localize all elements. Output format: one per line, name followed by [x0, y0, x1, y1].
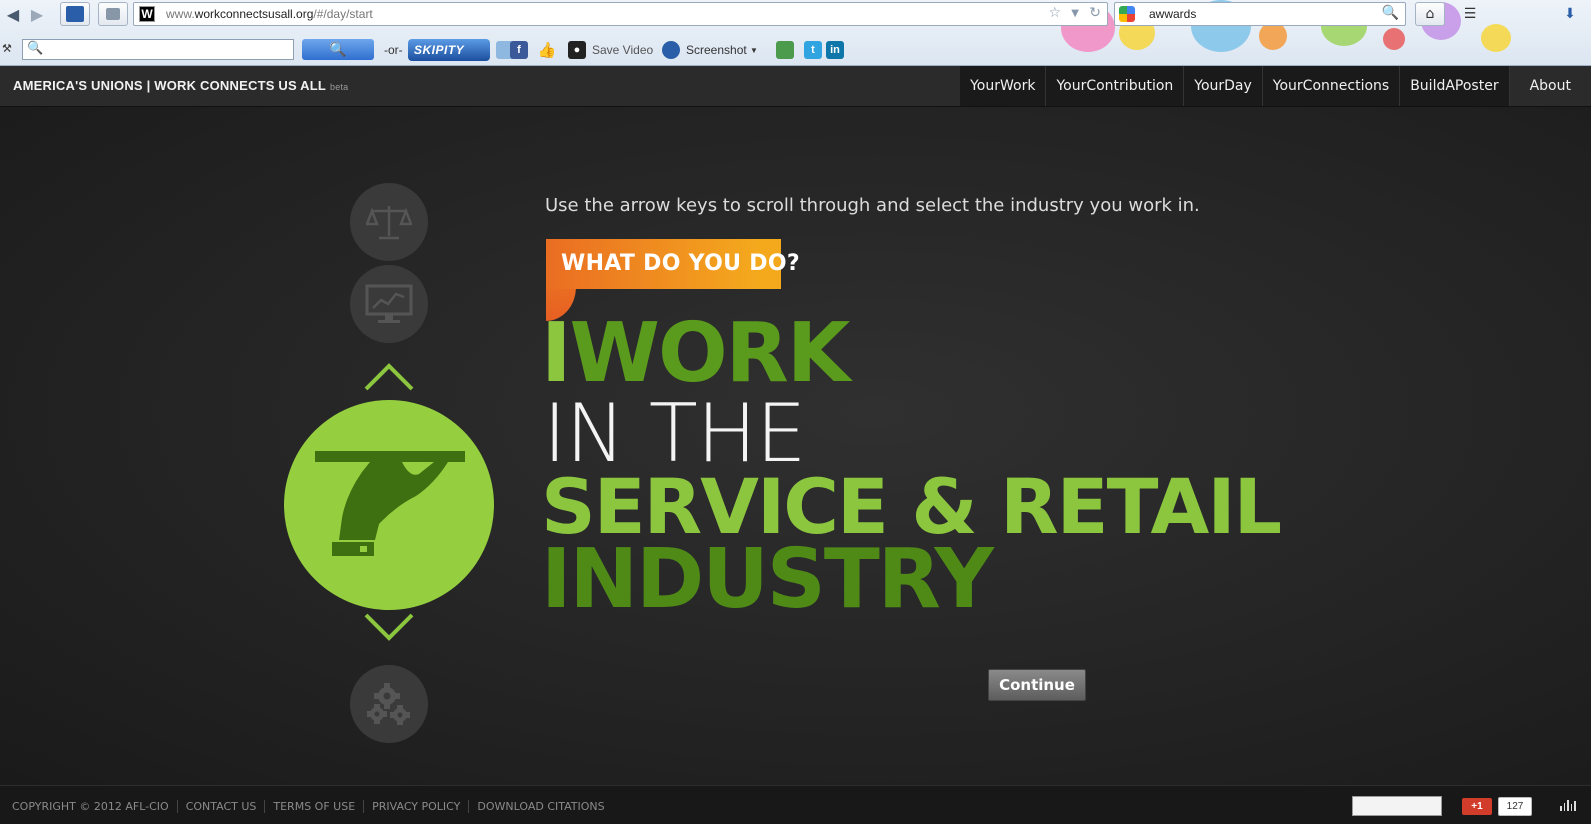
search-icon: 🔍: [27, 41, 44, 56]
footer-link-privacy[interactable]: PRIVACY POLICY: [363, 800, 468, 813]
forward-button[interactable]: ▶: [26, 3, 48, 25]
url-history-dropdown-icon[interactable]: ▼: [1071, 8, 1079, 19]
google-plus-button[interactable]: +1: [1462, 798, 1492, 815]
puzzle-icon: [106, 8, 120, 20]
footer-links: COPYRIGHT © 2012 AFL-CIO CONTACT US TERM…: [12, 800, 613, 813]
toolbar-search-input[interactable]: 🔍: [22, 39, 294, 60]
headline-industry: INDUSTRY: [541, 532, 994, 627]
reload-icon[interactable]: ↻: [1089, 5, 1101, 21]
address-bar[interactable]: W www.workconnectsusall.org/#/day/start …: [133, 2, 1108, 26]
linkedin-icon[interactable]: in: [826, 41, 844, 59]
nav-item-about[interactable]: About: [1508, 66, 1591, 106]
site-header: AMERICA'S UNIONS | WORK CONNECTS US ALL b…: [0, 66, 1591, 107]
extension-button[interactable]: [98, 2, 128, 26]
nav-item-yourday[interactable]: YourDay: [1183, 66, 1262, 106]
nav-item-yourwork[interactable]: YourWork: [960, 66, 1046, 106]
bookmark-star-icon[interactable]: ☆: [1048, 5, 1061, 21]
download-button[interactable]: ⬇: [1555, 2, 1585, 26]
footer-link-citations[interactable]: DOWNLOAD CITATIONS: [468, 800, 612, 813]
forward-arrow-icon: ▶: [30, 4, 44, 24]
back-button[interactable]: ◀: [2, 3, 24, 25]
search-go-icon[interactable]: 🔍: [1382, 5, 1399, 21]
badge-text: WHAT DO YOU DO?: [561, 251, 800, 276]
beta-label: beta: [330, 82, 349, 92]
footer-link-contact[interactable]: CONTACT US: [176, 800, 265, 813]
screenshot-button[interactable]: Screenshot: [686, 43, 747, 57]
brand-text: AMERICA'S UNIONS | WORK CONNECTS US ALL: [13, 78, 327, 93]
nav-item-yourcontribution[interactable]: YourContribution: [1045, 66, 1184, 106]
footer-link-terms[interactable]: TERMS OF USE: [264, 800, 363, 813]
continue-button[interactable]: Continue: [988, 669, 1086, 701]
instructions-text: Use the arrow keys to scroll through and…: [545, 195, 1200, 216]
download-icon: ⬇: [1564, 6, 1576, 22]
industry-option-finance[interactable]: [350, 265, 428, 343]
skipity-button[interactable]: SKIPITY: [408, 39, 490, 61]
share-widget[interactable]: [1352, 796, 1442, 816]
chevron-down-icon[interactable]: [363, 612, 415, 642]
toolbar-grip-icon: ⚒: [2, 43, 12, 55]
like-thumb-icon[interactable]: 👍: [538, 41, 557, 59]
main-nav: YourWork YourContribution YourDay YourCo…: [960, 66, 1591, 106]
stats-extension-button[interactable]: [60, 2, 90, 26]
site-brand[interactable]: AMERICA'S UNIONS | WORK CONNECTS US ALL b…: [13, 78, 348, 93]
copyright-text: COPYRIGHT © 2012 AFL-CIO: [12, 800, 169, 813]
google-plus-count: 127: [1498, 797, 1532, 816]
bar-chart-icon: [66, 6, 84, 22]
nav-item-buildaposter[interactable]: BuildAPoster: [1399, 66, 1509, 106]
url-text[interactable]: www.workconnectsusall.org/#/day/start: [166, 7, 373, 21]
monitor-chart-icon: [365, 284, 413, 323]
browser-chrome: ◀ ▶ W www.workconnectsusall.org/#/day/st…: [0, 0, 1591, 66]
facebook-icon[interactable]: f: [510, 41, 528, 59]
headline-i-work: IWORK: [541, 313, 850, 395]
skipity-label: SKIPITY: [414, 43, 465, 57]
toolbar-search-button[interactable]: 🔍: [302, 39, 374, 60]
industry-option-service-retail[interactable]: [284, 400, 494, 610]
home-button[interactable]: ⌂: [1415, 2, 1445, 26]
save-video-icon[interactable]: ●: [568, 41, 586, 59]
search-engine-icon[interactable]: [1119, 6, 1135, 22]
industry-selector: Use the arrow keys to scroll through and…: [0, 107, 1591, 785]
toolbar-row: ⚒ 🔍 🔍 -or- SKIPITY f 👍 ● Save Video Scre…: [0, 34, 900, 64]
nav-item-yourconnections[interactable]: YourConnections: [1261, 66, 1400, 106]
or-label: -or-: [384, 43, 403, 57]
search-value[interactable]: awwards: [1149, 7, 1196, 21]
site-favicon: W: [139, 6, 155, 22]
bars-icon[interactable]: [1560, 799, 1576, 811]
scales-icon: [366, 206, 412, 240]
menu-icon: ☰: [1463, 6, 1477, 22]
industry-option-legal[interactable]: [350, 183, 428, 261]
search-icon: 🔍: [329, 41, 347, 58]
share-icon[interactable]: [776, 41, 794, 59]
browser-search-bar[interactable]: awwards 🔍: [1114, 2, 1406, 26]
back-arrow-icon: ◀: [6, 4, 20, 24]
serving-tray-hand-icon: [315, 451, 465, 556]
chevron-up-icon[interactable]: [363, 362, 415, 392]
home-icon: ⌂: [1425, 6, 1435, 22]
save-video-button[interactable]: Save Video: [592, 43, 653, 57]
industry-option-manufacturing[interactable]: [350, 665, 428, 743]
gears-icon: [367, 683, 410, 725]
site-footer: COPYRIGHT © 2012 AFL-CIO CONTACT US TERM…: [0, 785, 1591, 824]
screenshot-dropdown-icon[interactable]: ▼: [750, 46, 758, 55]
twitter-icon[interactable]: t: [804, 41, 822, 59]
screenshot-icon[interactable]: [662, 41, 680, 59]
menu-button[interactable]: ☰: [1455, 2, 1485, 26]
